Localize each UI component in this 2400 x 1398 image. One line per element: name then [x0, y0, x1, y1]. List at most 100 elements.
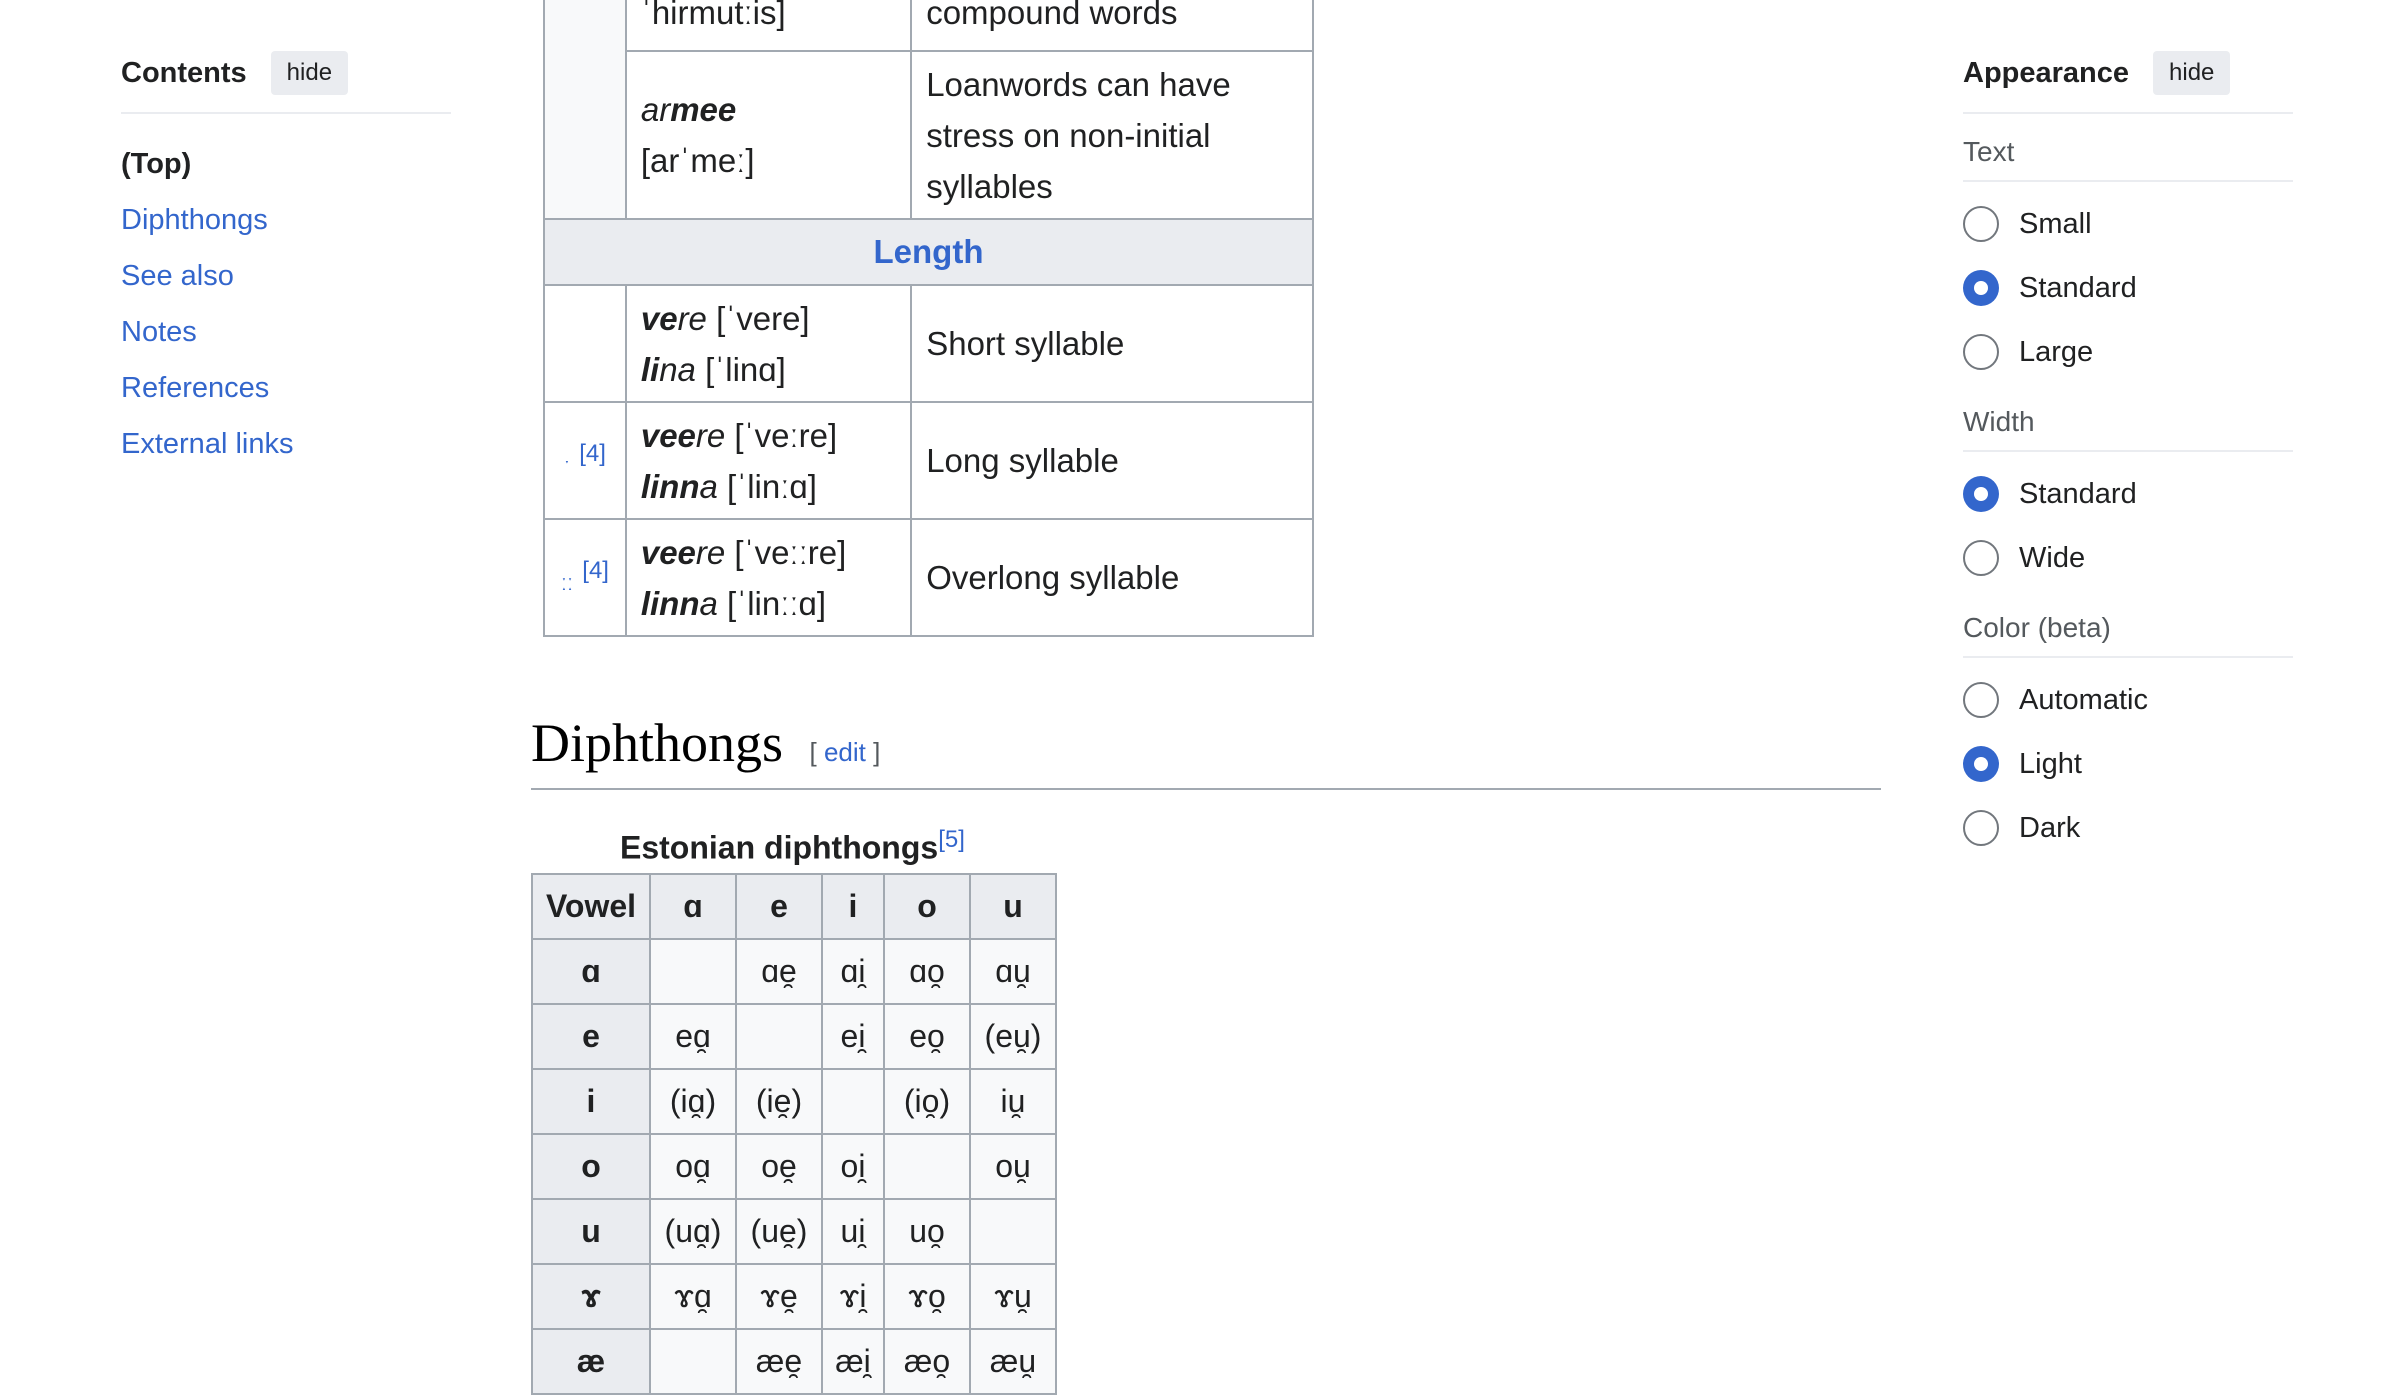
radio-button[interactable]: [1963, 810, 1999, 846]
table-cell: veere [ˈveːːre] linna [ˈlinːːɑ]: [624, 518, 913, 637]
toc-item-see-also[interactable]: See also: [121, 248, 451, 304]
table-cell: vere [ˈvere] lina [ˈlinɑ]: [624, 284, 913, 403]
header-row: Vowel ɑ e i o u: [531, 873, 1057, 940]
table-cell: compound words: [910, 0, 1314, 52]
length-header[interactable]: Length: [543, 218, 1314, 286]
section-edit: [ edit ]: [809, 737, 880, 767]
table-cell: veere [ˈveːre] linna [ˈlinːɑ]: [624, 401, 913, 520]
radio-width-standard[interactable]: Standard: [1963, 462, 2293, 526]
word-bold: vee: [640, 416, 696, 454]
edit-link[interactable]: edit: [824, 737, 866, 767]
appearance-title: Appearance: [1963, 56, 2130, 89]
column-header: e: [735, 873, 823, 940]
table-cell: (iɑ̯): [649, 1068, 737, 1135]
radio-width-wide[interactable]: Wide: [1963, 526, 2293, 590]
radio-color-light[interactable]: Light: [1963, 732, 2293, 796]
reference-link[interactable]: [5]: [938, 826, 965, 853]
table-cell: [969, 1198, 1057, 1265]
table-cell: (ie̯): [735, 1068, 823, 1135]
radio-text-small[interactable]: Small: [1963, 192, 2293, 256]
table-cell: ou̯: [969, 1133, 1057, 1200]
table-cell: (ue̯): [735, 1198, 823, 1265]
row-header: o: [531, 1133, 651, 1200]
radio-label: Small: [2019, 207, 2092, 240]
table-cell: [543, 284, 627, 403]
table-cell: æe̯: [735, 1328, 823, 1395]
toc-item-diphthongs[interactable]: Diphthongs: [121, 192, 451, 248]
radio-label: Light: [2019, 747, 2082, 780]
appearance-panel: Appearance hide Text Small Standard Larg…: [1963, 48, 2293, 860]
bracket-open: [: [809, 737, 817, 767]
column-header: i: [821, 873, 885, 940]
toc-item-references[interactable]: References: [121, 360, 451, 416]
table-cell: Loanwords can have stress on non-initial…: [910, 50, 1314, 220]
table-cell: ɑe̯: [735, 938, 823, 1005]
toc-item-notes[interactable]: Notes: [121, 304, 451, 360]
color-label: Color (beta): [1963, 612, 2293, 658]
table-cell: [649, 938, 737, 1005]
table-cell: ui̯: [821, 1198, 885, 1265]
word-rest: a: [699, 584, 718, 622]
radio-button[interactable]: [1963, 540, 1999, 576]
radio-button[interactable]: [1963, 682, 1999, 718]
radio-label: Standard: [2019, 271, 2137, 304]
toc-item-top[interactable]: (Top): [121, 136, 451, 192]
table-cell: ɤo̯: [883, 1263, 971, 1330]
radio-button[interactable]: [1963, 206, 1999, 242]
table-cell: ːː [4]: [543, 518, 627, 637]
toc-title: Contents: [121, 56, 247, 89]
word-prefix: ar: [640, 91, 671, 128]
radio-button[interactable]: [1963, 270, 1999, 306]
ipa-text: [ˈvere]: [716, 299, 810, 337]
table-row: armee [arˈmeː] Loanwords can have stress…: [544, 50, 1314, 220]
table-row: ːː [4] veere [ˈveːːre] linna [ˈlinːːɑ] O…: [543, 518, 1314, 637]
radio-text-standard[interactable]: Standard: [1963, 256, 2293, 320]
reference-link[interactable]: [4]: [582, 557, 609, 584]
row-header: ɤ: [531, 1263, 651, 1330]
radio-label: Standard: [2019, 477, 2137, 510]
table-cell: (eu̯): [969, 1003, 1057, 1070]
column-header: o: [883, 873, 971, 940]
width-label: Width: [1963, 406, 2293, 452]
appearance-header: Appearance hide: [1963, 48, 2293, 114]
table-cell: ɑi̯: [821, 938, 885, 1005]
text-size-label: Text: [1963, 136, 2293, 182]
length-mark: ːː: [560, 570, 574, 595]
table-cell: oɑ̯: [649, 1133, 737, 1200]
word-rest: re: [677, 299, 707, 337]
section-heading: Diphthongs [ edit ]: [531, 712, 1881, 790]
word-rest: na: [659, 350, 696, 388]
word-bold: linn: [640, 584, 700, 622]
radio-text-large[interactable]: Large: [1963, 320, 2293, 384]
reference-link[interactable]: [4]: [579, 440, 606, 467]
radio-label: Automatic: [2019, 683, 2148, 716]
table-cell: [821, 1068, 885, 1135]
table-cell: iu̯: [969, 1068, 1057, 1135]
table-row: vere [ˈvere] lina [ˈlinɑ] Short syllable: [543, 284, 1314, 403]
table-cell: [543, 0, 627, 220]
table-row: u (uɑ̯) (ue̯) ui̯ uo̯: [531, 1198, 1057, 1265]
table-caption: Estonian diphthongs[5]: [620, 826, 965, 867]
word-bold: li: [640, 350, 660, 388]
appearance-hide-button[interactable]: hide: [2153, 51, 2231, 95]
toc-item-external-links[interactable]: External links: [121, 416, 451, 472]
row-header: æ: [531, 1328, 651, 1395]
table-cell: armee [arˈmeː]: [624, 50, 913, 220]
radio-button[interactable]: [1963, 476, 1999, 512]
radio-button[interactable]: [1963, 334, 1999, 370]
table-cell: ɑu̯: [969, 938, 1057, 1005]
toc-hide-button[interactable]: hide: [270, 51, 349, 95]
table-cell: eɑ̯: [649, 1003, 737, 1070]
ipa-text: [ˈlinːɑ]: [727, 467, 817, 505]
diphthong-table: Vowel ɑ e i o u ɑ ɑe̯ ɑi̯ ɑo̯ ɑu̯ e eɑ̯ ei̯ eo̯(…: [531, 873, 1057, 1395]
table-cell: æu̯: [969, 1328, 1057, 1395]
table-cell: ɤu̯: [969, 1263, 1057, 1330]
table-row: ɑ ɑe̯ ɑi̯ ɑo̯ ɑu̯: [531, 938, 1057, 1005]
word-rest: a: [699, 467, 718, 505]
radio-color-dark[interactable]: Dark: [1963, 796, 2293, 860]
table-row: e eɑ̯ ei̯ eo̯ (eu̯): [531, 1003, 1057, 1070]
column-header: ɑ: [649, 873, 737, 940]
bracket-close: ]: [873, 737, 881, 767]
radio-button[interactable]: [1963, 746, 1999, 782]
radio-color-automatic[interactable]: Automatic: [1963, 668, 2293, 732]
